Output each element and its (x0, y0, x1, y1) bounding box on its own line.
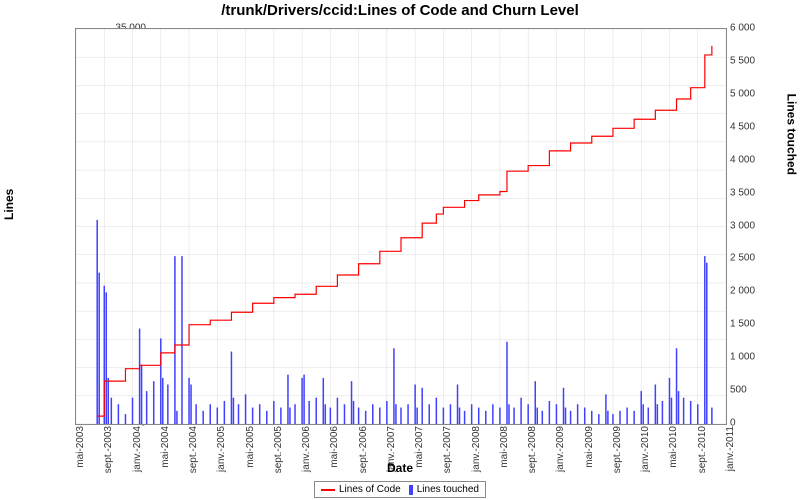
legend-item-lines-touched: Lines touched (409, 484, 479, 495)
legend-line-swatch (321, 489, 335, 491)
legend-item-lines-of-code: Lines of Code (321, 484, 401, 495)
y-axis-left-label: Lines (2, 189, 16, 220)
x-axis-label: Date (0, 461, 800, 475)
plot-svg (76, 29, 726, 424)
y-right-tick: 2 000 (730, 286, 775, 297)
y-right-tick: 2 500 (730, 253, 775, 264)
y-right-tick: 3 500 (730, 187, 775, 198)
y-axis-right-label: Lines touched (784, 94, 798, 175)
chart-container: /trunk/Drivers/ccid:Lines of Code and Ch… (0, 0, 800, 500)
legend: Lines of Code Lines touched (314, 481, 486, 498)
legend-label-touched: Lines touched (417, 484, 479, 495)
y-right-tick: 1 000 (730, 352, 775, 363)
y-right-tick: 5 500 (730, 55, 775, 66)
y-right-tick: 500 (730, 385, 775, 396)
y-right-tick: 3 000 (730, 220, 775, 231)
chart-title: /trunk/Drivers/ccid:Lines of Code and Ch… (0, 2, 800, 19)
y-right-tick: 5 000 (730, 88, 775, 99)
y-right-tick: 6 000 (730, 23, 775, 34)
y-right-tick: 0 (730, 418, 775, 429)
y-right-tick: 4 500 (730, 121, 775, 132)
legend-bar-swatch (409, 485, 413, 495)
plot-area (75, 28, 727, 425)
legend-label-loc: Lines of Code (339, 484, 401, 495)
y-right-tick: 4 000 (730, 154, 775, 165)
y-right-tick: 1 500 (730, 319, 775, 330)
